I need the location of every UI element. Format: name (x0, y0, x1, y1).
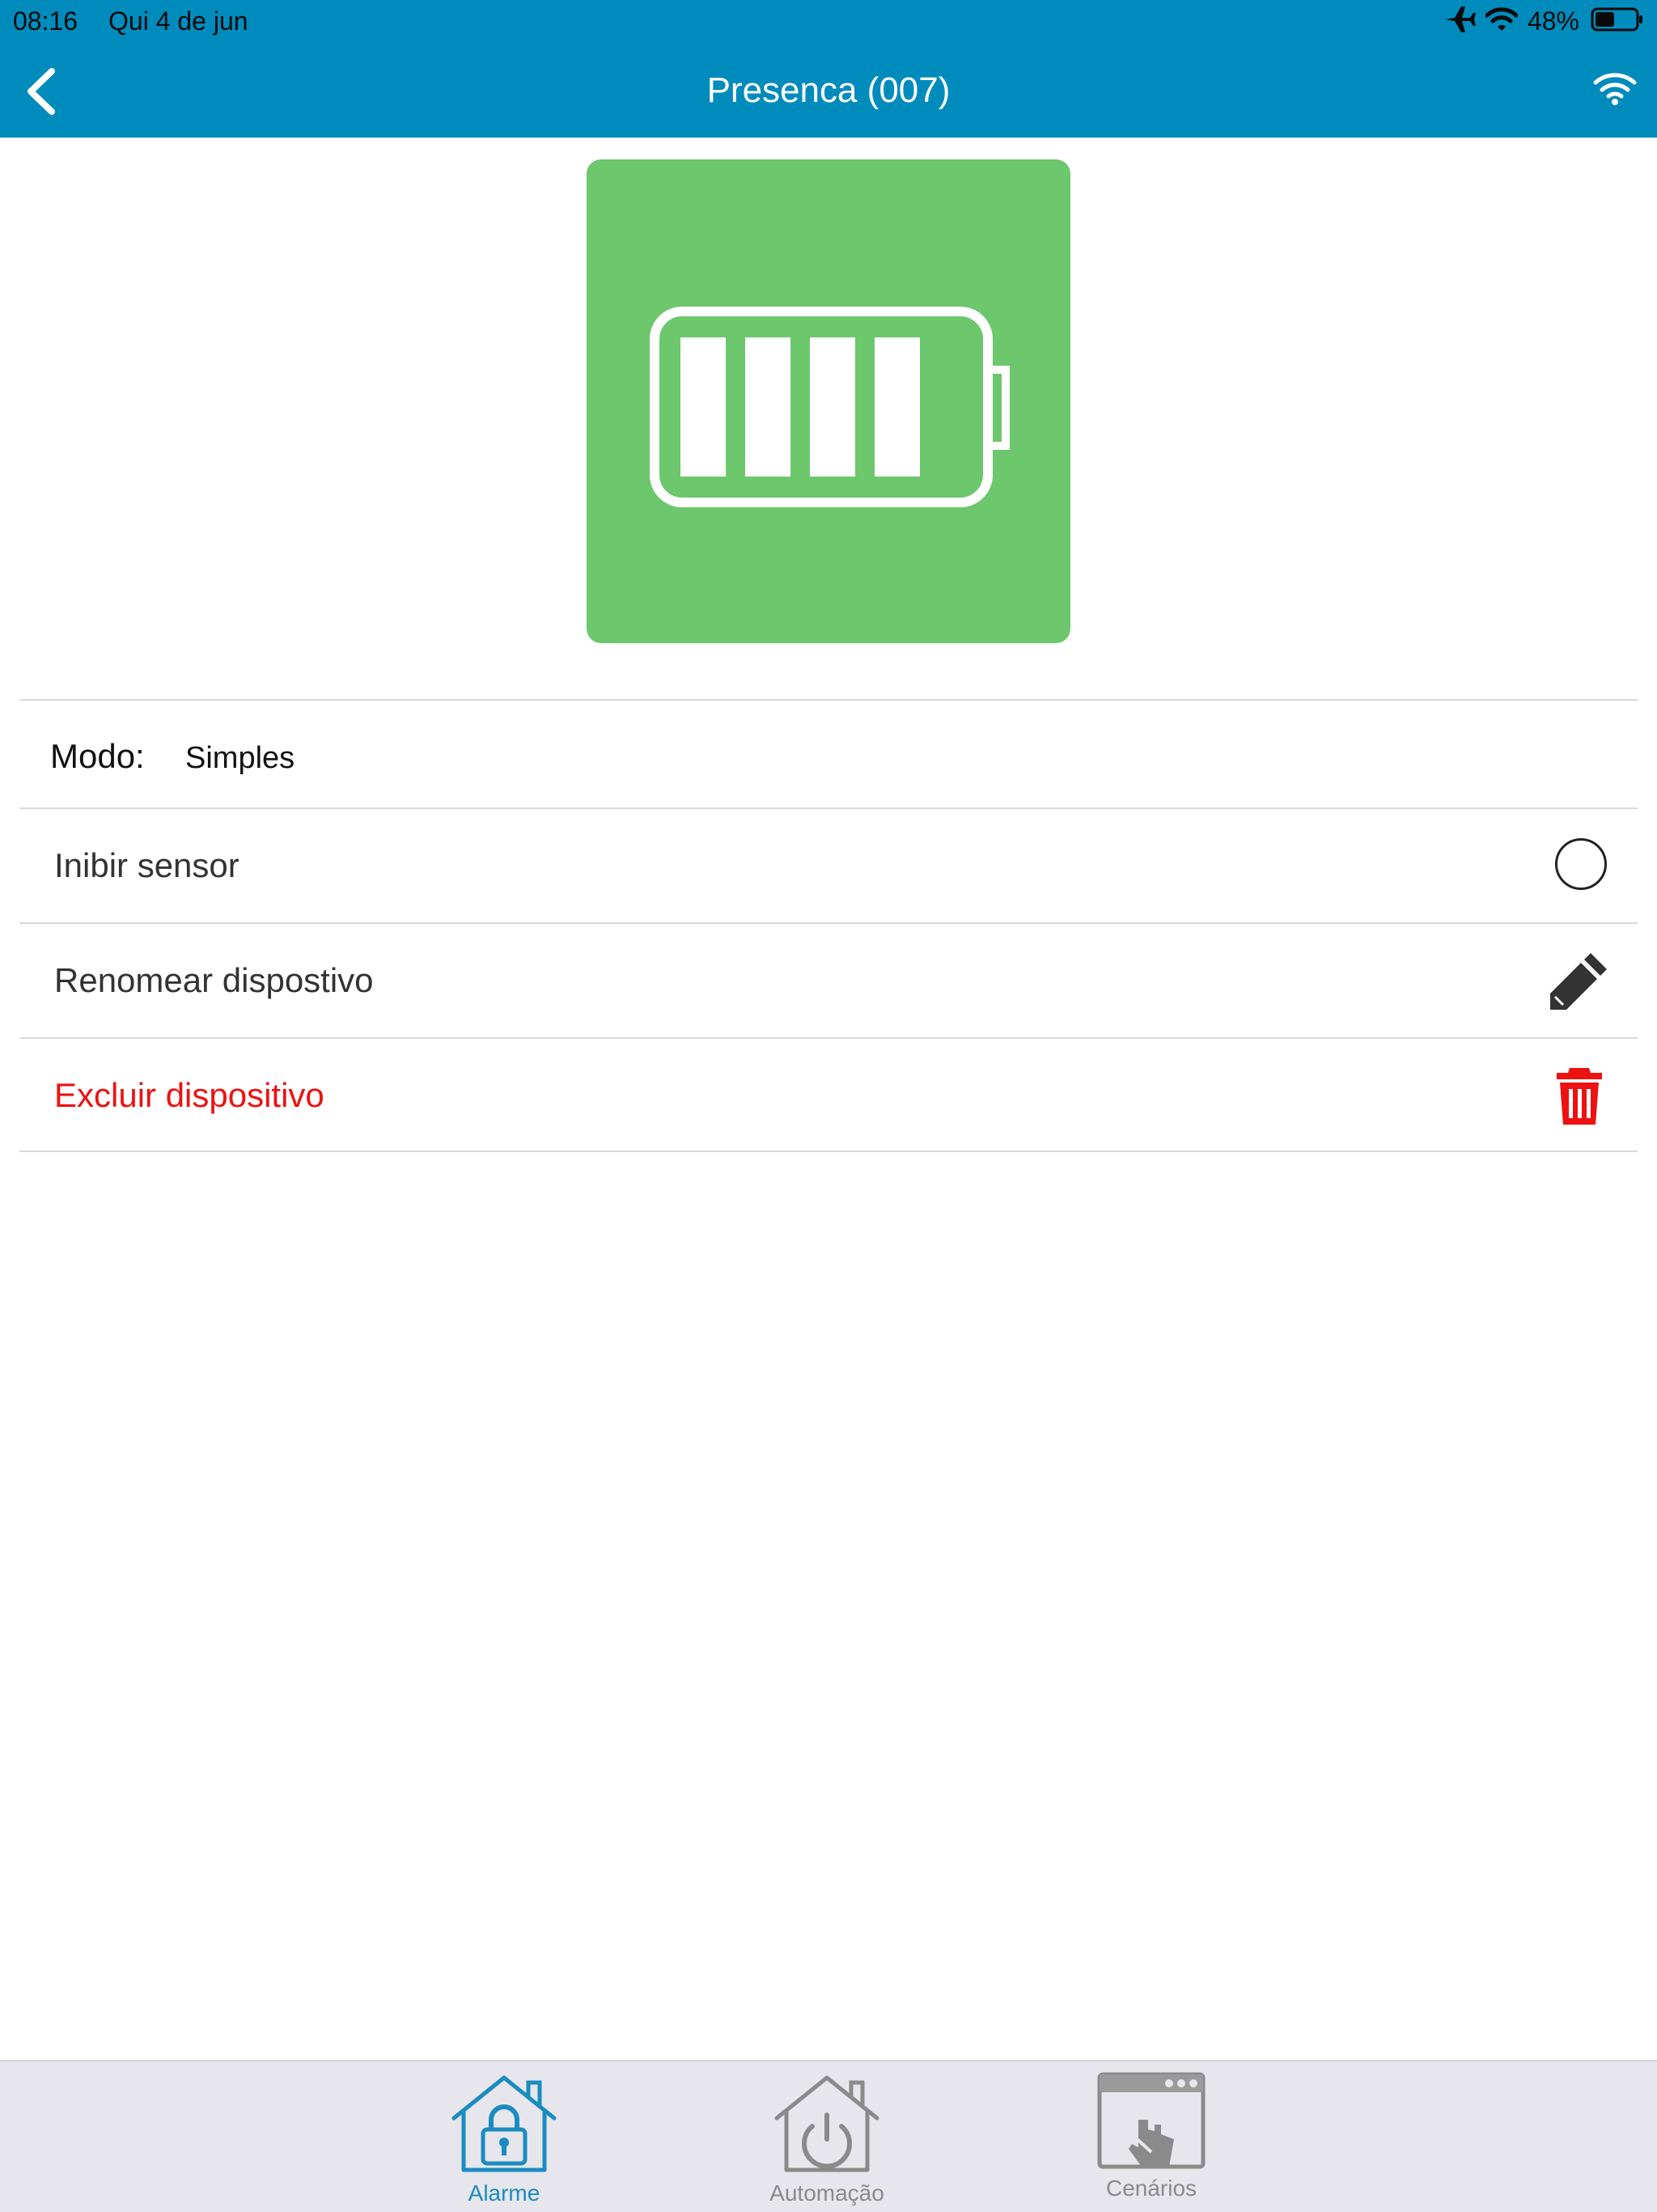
window-touch-icon (1097, 2072, 1206, 2169)
battery-full-icon (650, 307, 1010, 507)
airplane-icon (1443, 5, 1476, 38)
tab-automation-label: Automação (769, 2180, 884, 2206)
tab-scenarios-label: Cenários (1105, 2176, 1197, 2201)
tab-automation[interactable]: Automação (738, 2062, 916, 2212)
rename-device-label: Renomear dispostivo (54, 961, 374, 999)
pencil-icon[interactable] (1547, 948, 1612, 1013)
device-status-tile (587, 159, 1070, 643)
delete-device-row[interactable]: Excluir dispositivo (19, 1039, 1638, 1152)
wifi-icon (1485, 6, 1519, 36)
battery-icon (1591, 6, 1644, 36)
tab-bar: Alarme Automação Cenários (0, 2060, 1657, 2212)
top-bar: 08:16 Qui 4 de jun 48% Presenca (007) (0, 0, 1657, 138)
tab-alarm[interactable]: Alarme (415, 2062, 593, 2212)
trash-icon[interactable] (1547, 1063, 1612, 1128)
status-indicators: 48% (1443, 5, 1644, 37)
delete-device-label: Excluir dispositivo (54, 1076, 324, 1114)
mode-label: Modo: (50, 737, 145, 775)
battery-percent: 48% (1527, 6, 1579, 36)
inhibit-sensor-label: Inibir sensor (54, 846, 239, 884)
status-time: 08:16 (13, 6, 78, 36)
inhibit-sensor-row[interactable]: Inibir sensor (19, 809, 1638, 924)
page-title: Presenca (007) (706, 70, 951, 110)
house-power-icon (774, 2075, 879, 2172)
house-lock-icon (451, 2075, 557, 2172)
inhibit-sensor-toggle[interactable] (1555, 838, 1607, 890)
status-date: Qui 4 de jun (108, 6, 248, 36)
connection-status (1592, 70, 1638, 107)
mode-row: Modo: Simples (19, 701, 1638, 809)
mode-value: Simples (185, 741, 295, 775)
tab-alarm-label: Alarme (468, 2180, 540, 2206)
rename-device-row[interactable]: Renomear dispostivo (19, 924, 1638, 1039)
wifi-icon (1593, 73, 1637, 105)
tab-scenarios[interactable]: Cenários (1062, 2062, 1240, 2212)
